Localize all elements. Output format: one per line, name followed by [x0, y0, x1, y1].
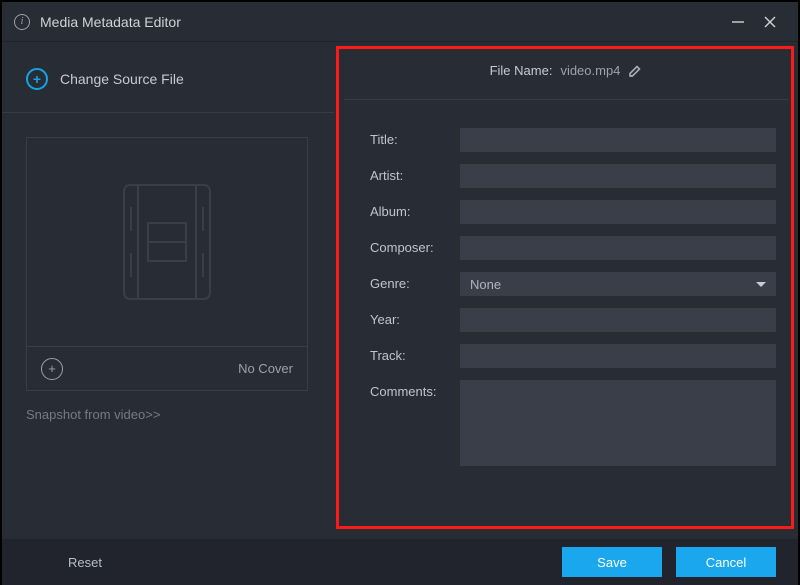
- composer-input[interactable]: [460, 236, 776, 260]
- main-content: + Change Source File: [2, 42, 798, 539]
- add-cover-button[interactable]: +: [41, 358, 63, 380]
- track-label: Track:: [370, 344, 456, 363]
- chevron-down-icon: [756, 282, 766, 287]
- comments-input[interactable]: [460, 380, 776, 466]
- composer-label: Composer:: [370, 236, 456, 255]
- artist-label: Artist:: [370, 164, 456, 183]
- no-cover-label: No Cover: [238, 361, 293, 376]
- album-input[interactable]: [460, 200, 776, 224]
- window-title: Media Metadata Editor: [40, 14, 181, 30]
- genre-select[interactable]: None: [460, 272, 776, 296]
- change-source-button[interactable]: + Change Source File: [26, 64, 310, 94]
- cover-preview: [27, 138, 307, 346]
- metadata-form: Title: Artist: Album: Composer: Genre:: [340, 100, 792, 466]
- track-input[interactable]: [460, 344, 776, 368]
- left-panel: + Change Source File: [2, 42, 334, 539]
- change-source-label: Change Source File: [60, 71, 184, 87]
- album-label: Album:: [370, 200, 456, 219]
- divider: [2, 112, 334, 113]
- save-button[interactable]: Save: [562, 547, 662, 577]
- file-name-value: video.mp4: [560, 63, 620, 78]
- footer-bar: Reset Save Cancel: [2, 539, 798, 585]
- comments-label: Comments:: [370, 380, 456, 399]
- film-placeholder-icon: [114, 179, 220, 305]
- right-panel: File Name: video.mp4 Title: Artist: Albu…: [334, 42, 798, 539]
- cover-art-box: + No Cover: [26, 137, 308, 391]
- minimize-button[interactable]: [722, 6, 754, 38]
- cancel-button[interactable]: Cancel: [676, 547, 776, 577]
- genre-label: Genre:: [370, 272, 456, 291]
- year-label: Year:: [370, 308, 456, 327]
- snapshot-from-video-link[interactable]: Snapshot from video>>: [26, 407, 310, 422]
- file-name-label: File Name:: [490, 63, 553, 78]
- file-name-row: File Name: video.mp4: [344, 42, 788, 100]
- title-input[interactable]: [460, 128, 776, 152]
- info-icon: i: [14, 14, 30, 30]
- edit-filename-button[interactable]: [628, 64, 642, 78]
- close-button[interactable]: [754, 6, 786, 38]
- artist-input[interactable]: [460, 164, 776, 188]
- cover-toolbar: + No Cover: [27, 346, 307, 390]
- year-input[interactable]: [460, 308, 776, 332]
- titlebar: i Media Metadata Editor: [2, 2, 798, 42]
- title-label: Title:: [370, 128, 456, 147]
- genre-value: None: [470, 277, 501, 292]
- plus-circle-icon: +: [26, 68, 48, 90]
- reset-button[interactable]: Reset: [68, 555, 102, 570]
